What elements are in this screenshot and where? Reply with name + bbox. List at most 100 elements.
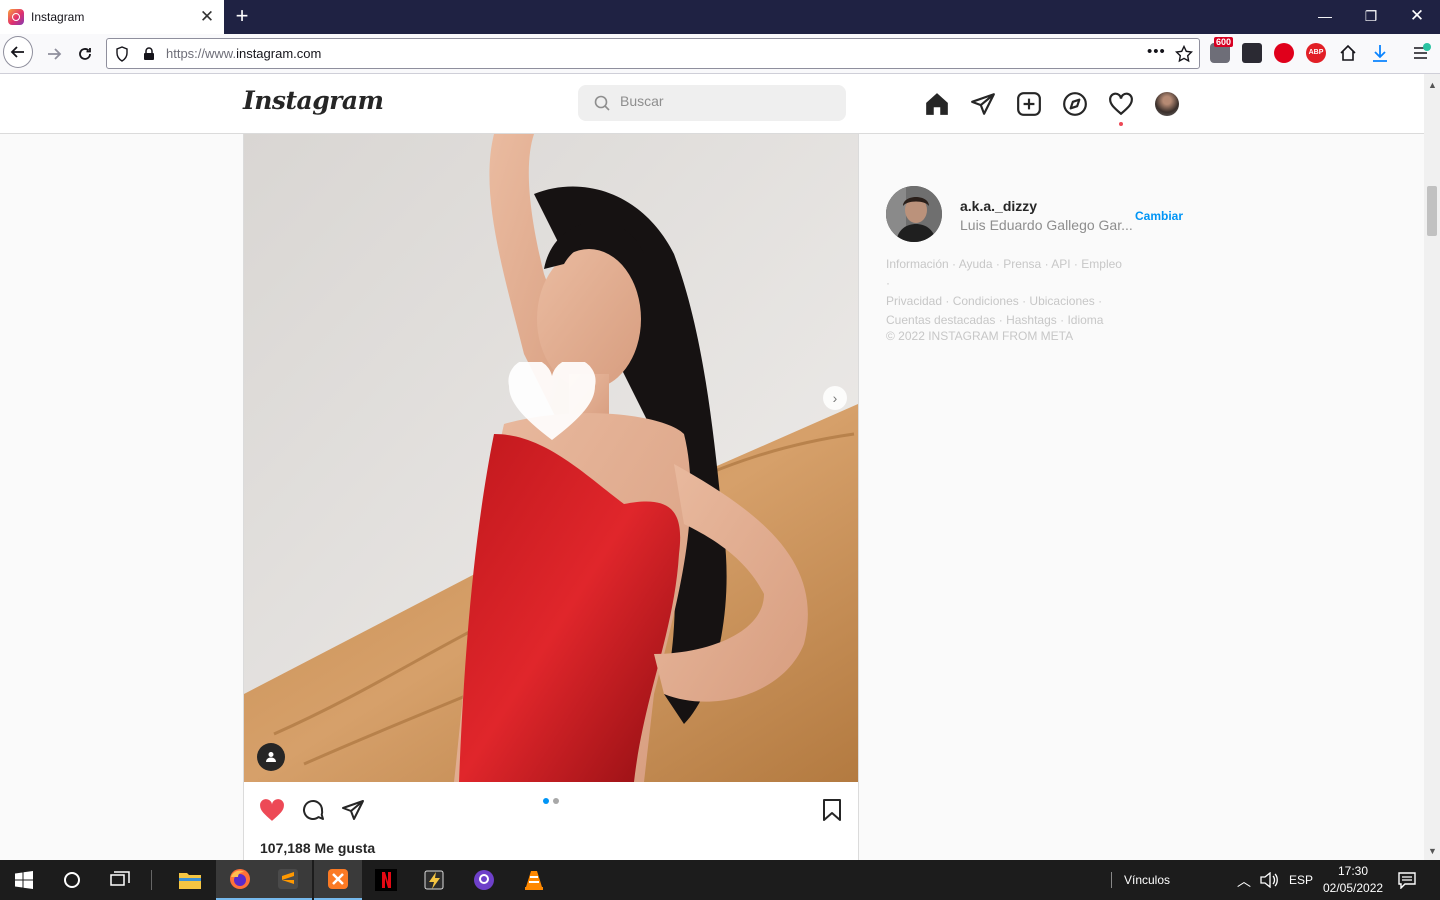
extension-notify-icon[interactable]: 600 xyxy=(1210,37,1234,63)
copyright: © 2022 INSTAGRAM FROM META xyxy=(886,329,1074,343)
reload-button[interactable] xyxy=(70,39,100,69)
netflix-button[interactable] xyxy=(362,860,410,900)
direct-messages-icon[interactable] xyxy=(970,91,996,117)
home-icon[interactable] xyxy=(924,91,950,117)
profile-avatar-small[interactable] xyxy=(1155,92,1179,116)
input-language[interactable]: ESP xyxy=(1289,873,1313,887)
carousel-dot xyxy=(553,798,559,804)
switch-account-button[interactable]: Cambiar xyxy=(1135,209,1183,223)
scroll-thumb[interactable] xyxy=(1427,186,1437,236)
save-bookmark-icon[interactable] xyxy=(822,799,842,821)
url-domain: instagram.com xyxy=(236,46,322,61)
start-button[interactable] xyxy=(0,860,48,900)
explore-compass-icon[interactable] xyxy=(1062,91,1088,117)
url-scheme: https://www. xyxy=(166,46,237,61)
page-actions-icon[interactable]: ••• xyxy=(1147,43,1166,60)
adblock-icon[interactable]: ABP xyxy=(1306,43,1326,63)
reload-icon xyxy=(79,48,91,60)
browser-tab[interactable]: Instagram ✕ xyxy=(0,0,224,34)
footer-link-jobs[interactable]: Empleo xyxy=(1081,257,1122,271)
vlc-cone-icon xyxy=(525,871,543,890)
profile-full-name: Luis Eduardo Gallego Gar... xyxy=(960,217,1133,233)
notification-dot xyxy=(1119,122,1123,126)
task-view-button[interactable] xyxy=(96,860,144,900)
profile-avatar[interactable] xyxy=(886,186,942,242)
clock-date[interactable]: 02/05/2022 xyxy=(1323,881,1383,895)
footer-link-info[interactable]: Información xyxy=(886,257,949,271)
post-photo[interactable]: › xyxy=(244,134,858,782)
file-explorer-button[interactable] xyxy=(166,860,214,900)
extension-opera-icon[interactable] xyxy=(1274,43,1294,63)
links-toolbar-label[interactable]: Vínculos xyxy=(1124,873,1170,887)
footer-link-language[interactable]: Idioma xyxy=(1067,313,1103,327)
like-count[interactable]: 107,188 Me gusta xyxy=(260,840,375,856)
address-bar[interactable]: https://www.instagram.com ••• xyxy=(106,38,1200,69)
footer-link-privacy[interactable]: Privacidad xyxy=(886,294,942,308)
activity-heart-icon[interactable] xyxy=(1108,91,1134,117)
xampp-button[interactable] xyxy=(314,860,362,900)
url-text[interactable]: https://www.instagram.com xyxy=(166,46,321,61)
footer-link-top-accounts[interactable]: Cuentas destacadas xyxy=(886,313,995,327)
footer-link-locations[interactable]: Ubicaciones xyxy=(1029,294,1094,308)
tab-title: Instagram xyxy=(31,10,85,24)
minimize-button[interactable]: — xyxy=(1302,0,1348,32)
footer-link-press[interactable]: Prensa xyxy=(1003,257,1041,271)
like-heart-icon[interactable] xyxy=(259,798,285,822)
volume-icon[interactable] xyxy=(1260,872,1278,888)
firefox-icon xyxy=(230,869,250,889)
extension-badge: 600 xyxy=(1214,37,1234,47)
feed-post: › 107,188 Me gusta xyxy=(243,134,859,860)
forward-button[interactable] xyxy=(39,39,69,69)
post-image-illustration xyxy=(244,134,858,782)
scroll-down-icon[interactable]: ▼ xyxy=(1428,846,1437,856)
share-icon[interactable] xyxy=(341,798,365,822)
sublime-text-icon xyxy=(278,869,298,889)
footer-link-hashtags[interactable]: Hashtags xyxy=(1006,313,1057,327)
carousel-indicator xyxy=(543,798,559,804)
tagged-users-button[interactable] xyxy=(257,743,285,771)
footer-links: Información · Ayuda · Prensa · API · Emp… xyxy=(886,257,1122,327)
github-icon xyxy=(474,870,494,890)
instagram-header: Instagram xyxy=(0,74,1424,134)
netflix-icon xyxy=(375,869,397,891)
footer-link-terms[interactable]: Condiciones xyxy=(953,294,1019,308)
search-input[interactable] xyxy=(620,93,830,109)
lock-icon[interactable] xyxy=(143,47,155,61)
firefox-taskbar-button[interactable] xyxy=(216,860,264,900)
comment-icon[interactable] xyxy=(301,798,325,822)
browser-tabstrip: Instagram ✕ + — ❐ ✕ xyxy=(0,0,1440,34)
tab-close-icon[interactable]: ✕ xyxy=(198,7,216,27)
carousel-next-button[interactable]: › xyxy=(823,386,847,410)
search-box[interactable] xyxy=(578,85,846,121)
extension-puzzle-icon[interactable] xyxy=(1242,43,1262,63)
avatar-photo xyxy=(886,186,942,242)
footer-link-api[interactable]: API xyxy=(1051,257,1070,271)
footer-link-help[interactable]: Ayuda xyxy=(959,257,993,271)
cortana-search-button[interactable] xyxy=(48,860,96,900)
browser-toolbar: https://www.instagram.com ••• 600 ABP xyxy=(0,34,1440,74)
github-desktop-button[interactable] xyxy=(460,860,508,900)
back-button[interactable] xyxy=(3,36,33,68)
restore-button[interactable]: ❐ xyxy=(1348,0,1394,32)
menu-hamburger-icon[interactable] xyxy=(1411,43,1431,63)
new-post-icon[interactable] xyxy=(1016,91,1042,117)
carousel-dot-active xyxy=(543,798,549,804)
bookmark-star-icon[interactable] xyxy=(1175,45,1193,63)
close-window-button[interactable]: ✕ xyxy=(1394,0,1440,32)
shield-icon[interactable] xyxy=(115,46,129,62)
toolbar-divider xyxy=(1111,872,1112,888)
download-icon[interactable] xyxy=(1370,43,1390,63)
home-toolbar-icon[interactable] xyxy=(1338,43,1358,63)
clock-time[interactable]: 17:30 xyxy=(1338,864,1368,878)
action-center-icon[interactable] xyxy=(1398,871,1416,889)
new-tab-button[interactable]: + xyxy=(229,3,255,29)
scroll-up-icon[interactable]: ▲ xyxy=(1428,80,1437,90)
cortana-circle-icon xyxy=(64,872,80,888)
show-hidden-icons-icon[interactable]: ︿ xyxy=(1237,871,1251,891)
instagram-logo[interactable]: Instagram xyxy=(243,86,384,115)
pinned-app-button[interactable] xyxy=(410,860,458,900)
sublime-text-button[interactable] xyxy=(264,860,312,900)
profile-username[interactable]: a.k.a._dizzy xyxy=(960,198,1037,214)
page-scrollbar[interactable]: ▲ ▼ xyxy=(1424,74,1440,860)
vlc-button[interactable] xyxy=(510,860,558,900)
